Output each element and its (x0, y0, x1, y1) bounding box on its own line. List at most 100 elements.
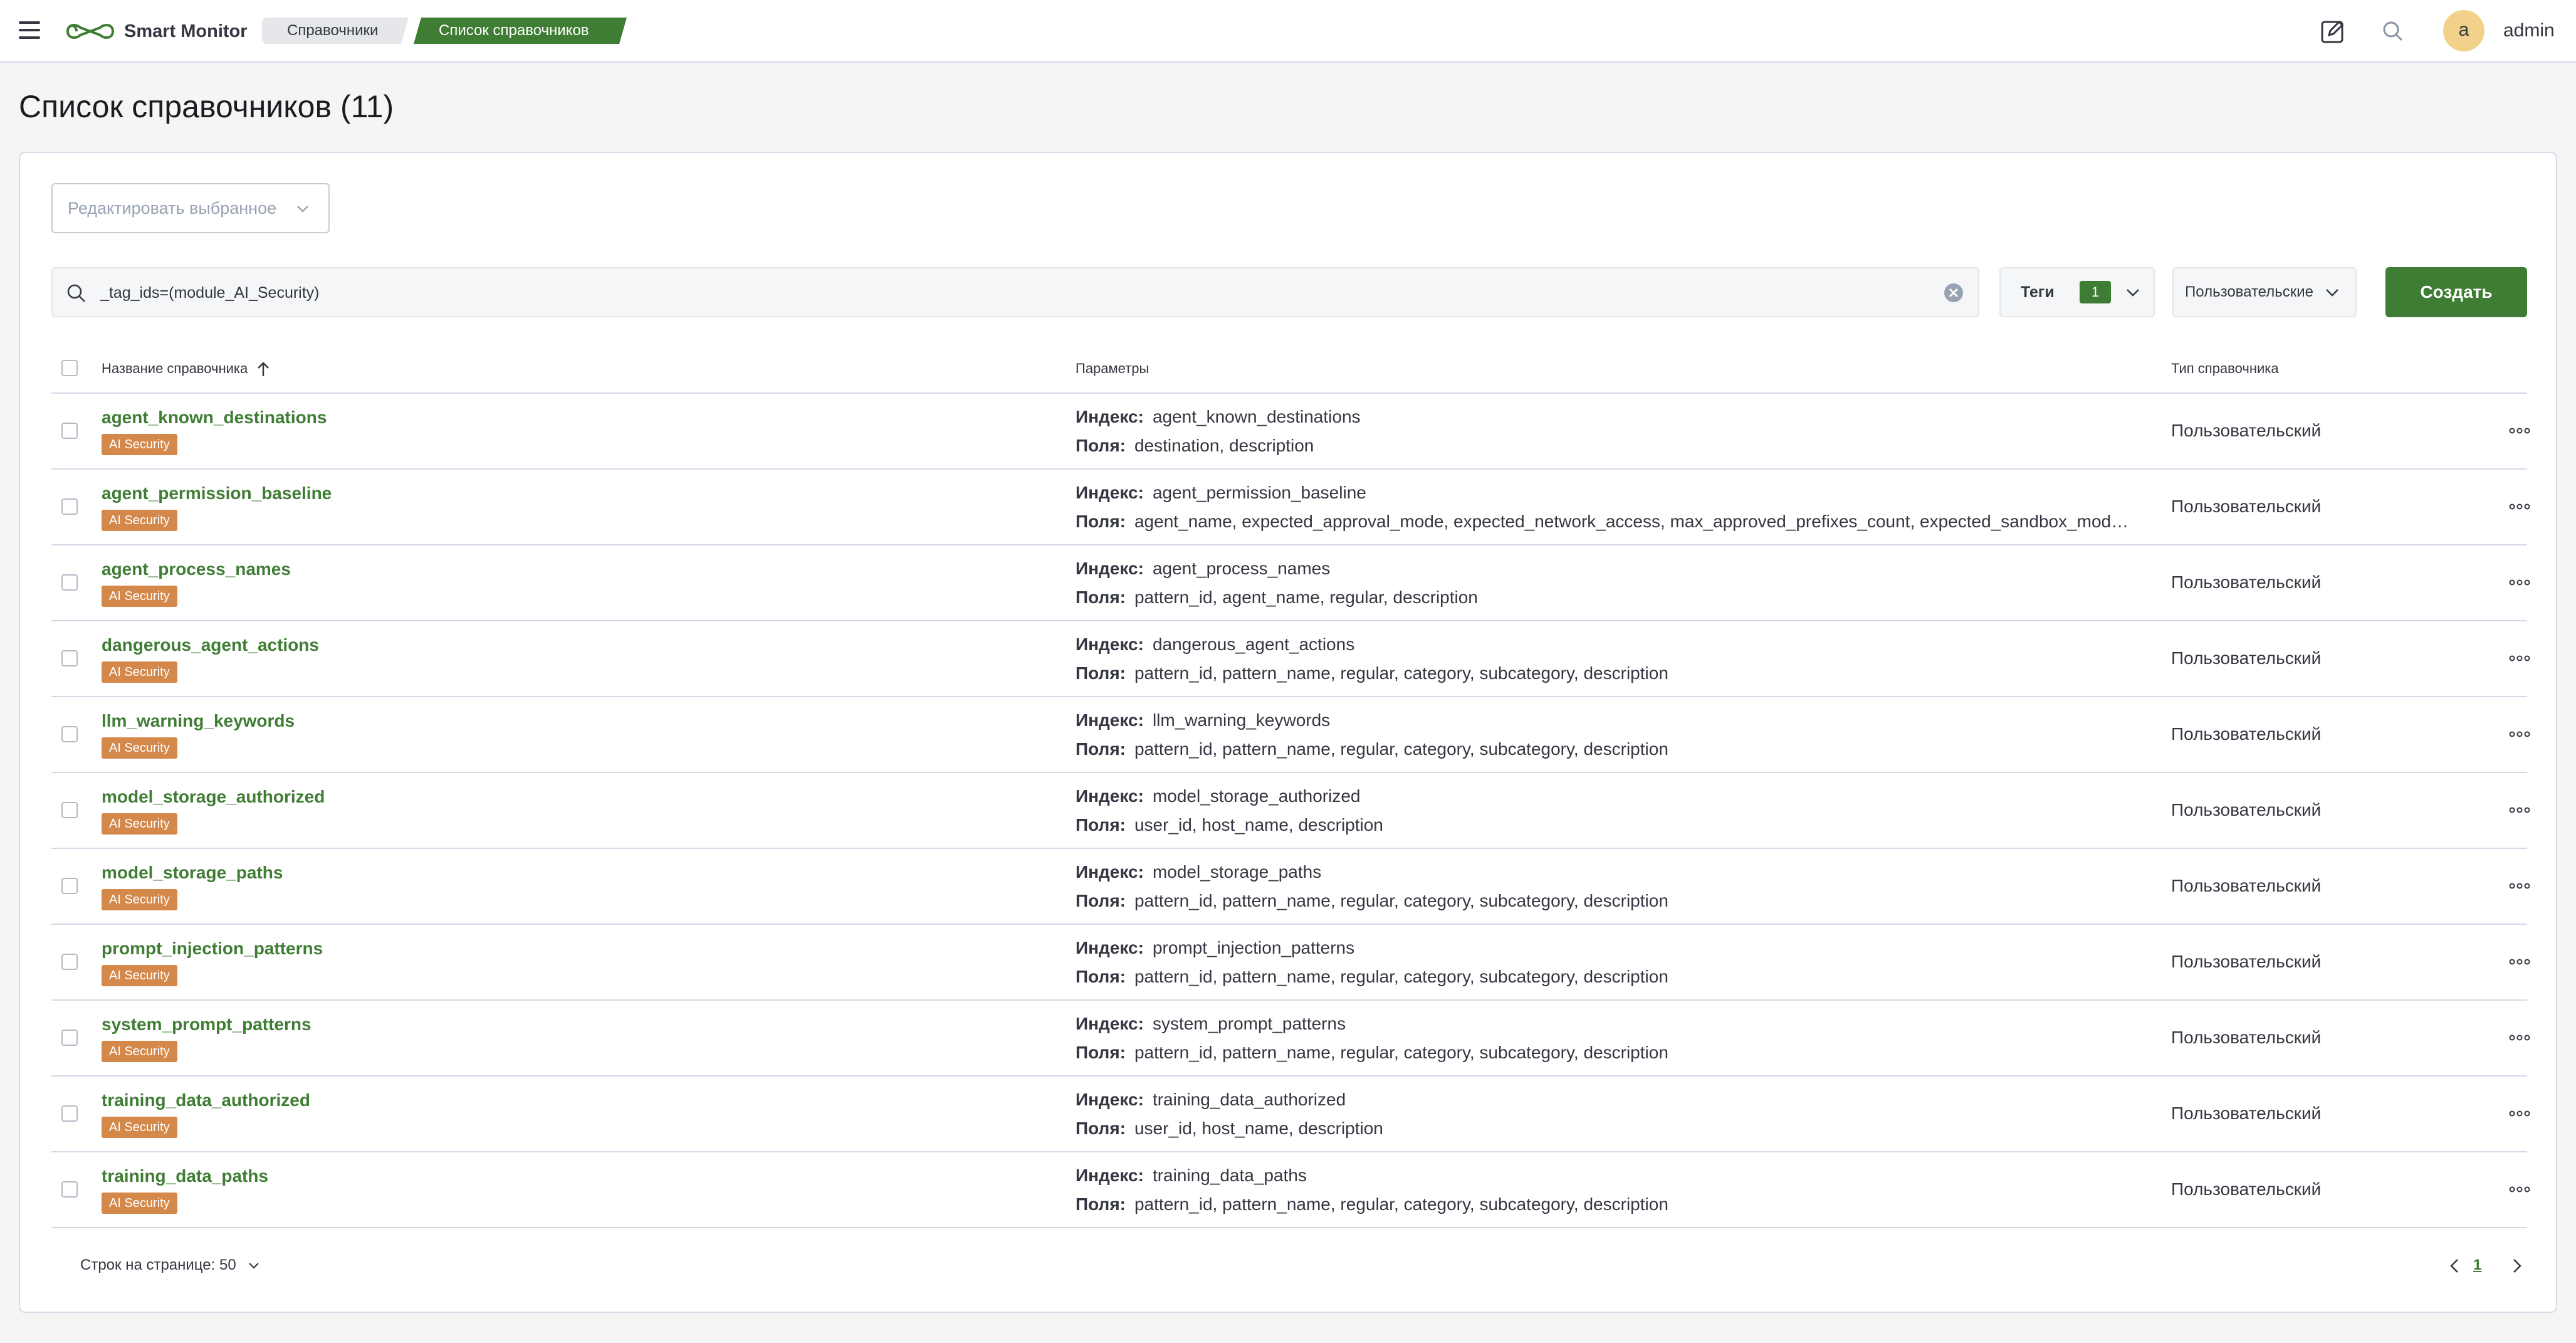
more-actions-icon[interactable] (2507, 877, 2532, 895)
fields-value: pattern_id, pattern_name, regular, categ… (1134, 1043, 1668, 1062)
tags-filter-button[interactable]: Теги 1 (1999, 267, 2155, 317)
fields-key-label: Поля: (1076, 1119, 1126, 1138)
fields-key-label: Поля: (1076, 815, 1126, 835)
type-filter-select[interactable]: Пользовательские (2172, 267, 2357, 317)
more-actions-icon[interactable] (2507, 573, 2532, 592)
tag-badge[interactable]: AI Security (102, 434, 177, 455)
next-page-icon[interactable] (2507, 1256, 2526, 1275)
directory-name-link[interactable]: training_data_paths (102, 1165, 268, 1188)
table-row: agent_permission_baseline AI Security Ин… (51, 470, 2530, 545)
menu-icon[interactable] (19, 21, 40, 39)
index-key-label: Индекс: (1076, 407, 1144, 426)
column-header-type: Тип справочника (2171, 361, 2279, 376)
prev-page-icon[interactable] (2446, 1256, 2464, 1275)
select-all-checkbox[interactable] (61, 360, 78, 376)
table-row: agent_known_destinations AI Security Инд… (51, 394, 2530, 470)
more-actions-icon[interactable] (2507, 649, 2532, 668)
tag-badge[interactable]: AI Security (102, 586, 177, 607)
fields-value: pattern_id, pattern_name, regular, categ… (1134, 1194, 1668, 1214)
row-checkbox[interactable] (61, 1105, 78, 1122)
tag-badge[interactable]: AI Security (102, 1193, 177, 1214)
directory-name-link[interactable]: agent_permission_baseline (102, 482, 332, 505)
row-checkbox[interactable] (61, 954, 78, 970)
row-checkbox[interactable] (61, 726, 78, 742)
row-checkbox[interactable] (61, 498, 78, 515)
bulk-edit-button[interactable]: Редактировать выбранное (51, 183, 330, 233)
create-button[interactable]: Создать (2385, 267, 2527, 317)
index-value: model_storage_authorized (1152, 786, 1361, 806)
breadcrumb-item-directories[interactable]: Справочники (262, 18, 409, 44)
clear-icon[interactable] (1943, 282, 1964, 303)
row-checkbox[interactable] (61, 802, 78, 818)
tag-badge[interactable]: AI Security (102, 1041, 177, 1062)
row-checkbox[interactable] (61, 1030, 78, 1046)
fields-value: user_id, host_name, description (1134, 815, 1383, 835)
directory-type: Пользовательский (2171, 876, 2322, 895)
index-key-label: Индекс: (1076, 786, 1144, 806)
directory-name-link[interactable]: agent_known_destinations (102, 406, 327, 429)
index-param: Индекс: prompt_injection_patterns (1076, 936, 1354, 960)
index-key-label: Индекс: (1076, 938, 1144, 957)
more-actions-icon[interactable] (2507, 952, 2532, 971)
edit-icon[interactable] (2319, 18, 2347, 45)
row-checkbox[interactable] (61, 1181, 78, 1198)
fields-param: Поля: user_id, host_name, description (1076, 1117, 2135, 1140)
directory-name-link[interactable]: model_storage_authorized (102, 786, 325, 808)
row-checkbox[interactable] (61, 423, 78, 439)
tag-badge[interactable]: AI Security (102, 889, 177, 910)
fields-value: pattern_id, pattern_name, regular, categ… (1134, 891, 1668, 910)
search-input[interactable] (99, 273, 1919, 312)
fields-param: Поля: pattern_id, pattern_name, regular, … (1076, 1193, 2135, 1216)
more-actions-icon[interactable] (2507, 1180, 2532, 1199)
index-value: agent_process_names (1152, 559, 1331, 578)
avatar[interactable]: a (2443, 10, 2484, 51)
directory-name-link[interactable]: dangerous_agent_actions (102, 634, 319, 656)
fields-key-label: Поля: (1076, 739, 1126, 759)
index-key-label: Индекс: (1076, 1090, 1144, 1109)
directory-type: Пользовательский (2171, 952, 2322, 971)
directory-name-link[interactable]: system_prompt_patterns (102, 1013, 312, 1036)
top-header: Smart Monitor Справочники Список справоч… (0, 0, 2576, 63)
fields-param: Поля: destination, description (1076, 434, 2135, 458)
tag-badge[interactable]: AI Security (102, 965, 177, 986)
page-number[interactable]: 1 (2473, 1253, 2481, 1278)
more-actions-icon[interactable] (2507, 1028, 2532, 1047)
more-actions-icon[interactable] (2507, 497, 2532, 516)
directory-name-link[interactable]: agent_process_names (102, 558, 291, 581)
index-key-label: Индекс: (1076, 1014, 1144, 1033)
row-checkbox[interactable] (61, 650, 78, 666)
tag-badge[interactable]: AI Security (102, 813, 177, 835)
row-checkbox[interactable] (61, 878, 78, 894)
chevron-down-icon (297, 206, 308, 213)
tag-badge[interactable]: AI Security (102, 737, 177, 759)
sort-asc-icon[interactable] (256, 361, 270, 377)
bulk-edit-label: Редактировать выбранное (68, 199, 277, 218)
fields-value: pattern_id, agent_name, regular, descrip… (1134, 587, 1478, 607)
rows-per-page-select[interactable]: Строк на странице: 50 (80, 1253, 260, 1278)
column-header-name[interactable]: Название справочника (102, 345, 270, 392)
directory-name-link[interactable]: prompt_injection_patterns (102, 937, 323, 960)
logo-icon[interactable] (64, 19, 117, 44)
directory-name-link[interactable]: llm_warning_keywords (102, 710, 295, 732)
tag-badge[interactable]: AI Security (102, 510, 177, 531)
directory-type: Пользовательский (2171, 497, 2322, 516)
fields-value: user_id, host_name, description (1134, 1119, 1383, 1138)
directory-name-link[interactable]: training_data_authorized (102, 1089, 310, 1112)
more-actions-icon[interactable] (2507, 421, 2532, 440)
index-param: Индекс: model_storage_authorized (1076, 784, 1361, 808)
breadcrumb-item-directory-list[interactable]: Список справочников (414, 18, 627, 44)
tag-badge[interactable]: AI Security (102, 1117, 177, 1138)
more-actions-icon[interactable] (2507, 1104, 2532, 1123)
directory-type: Пользовательский (2171, 800, 2322, 819)
directory-name-link[interactable]: model_storage_paths (102, 861, 283, 884)
index-param: Индекс: agent_known_destinations (1076, 405, 1361, 429)
search-icon[interactable] (2379, 18, 2407, 45)
more-actions-icon[interactable] (2507, 725, 2532, 744)
username[interactable]: admin (2503, 18, 2555, 44)
index-key-label: Индекс: (1076, 710, 1144, 730)
index-key-label: Индекс: (1076, 1166, 1144, 1185)
more-actions-icon[interactable] (2507, 801, 2532, 819)
tag-badge[interactable]: AI Security (102, 661, 177, 683)
index-key-label: Индекс: (1076, 559, 1144, 578)
row-checkbox[interactable] (61, 574, 78, 591)
